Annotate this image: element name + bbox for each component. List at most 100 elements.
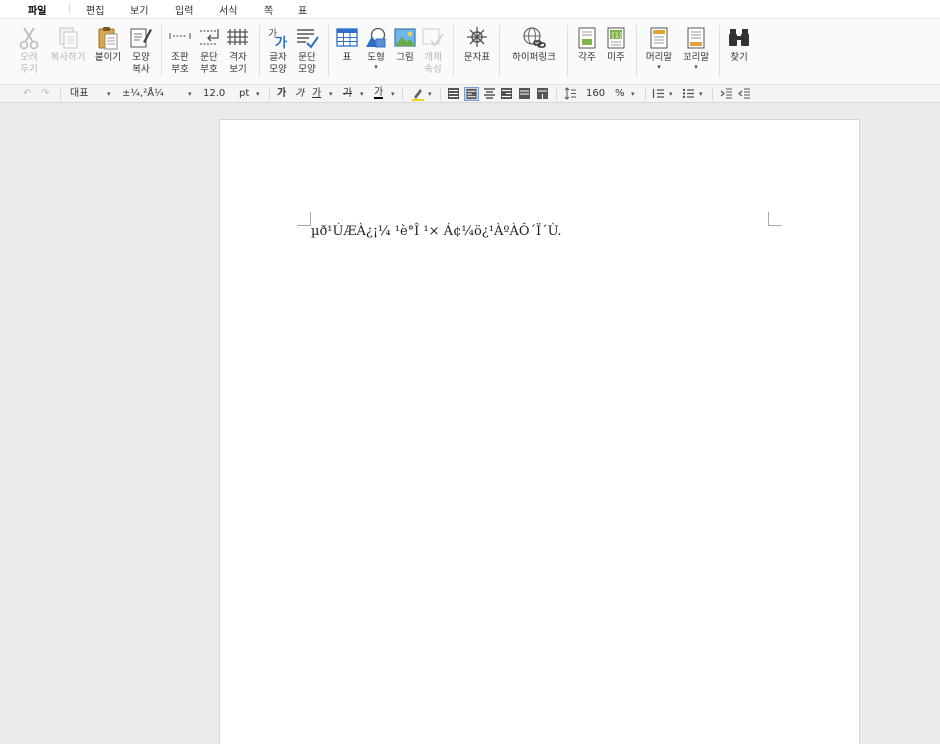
- symbol-icon: [467, 27, 487, 47]
- bullets-button[interactable]: [682, 87, 696, 101]
- shapes-icon: [366, 27, 386, 48]
- crop-mark-top-left: [297, 212, 311, 226]
- find-button[interactable]: 찾기: [726, 21, 752, 64]
- footnote-button[interactable]: 각주: [574, 21, 600, 64]
- align-left-button[interactable]: [464, 87, 479, 101]
- size-unit-select[interactable]: pt ▾: [239, 87, 263, 101]
- para-shape-label: 문단 모양: [298, 52, 316, 75]
- cut-label: 오려 두기: [20, 52, 38, 75]
- copy-label: 복사하기: [50, 52, 86, 63]
- decrease-indent-button[interactable]: [738, 87, 752, 101]
- layout-marks-button[interactable]: 조판 부호: [167, 21, 193, 76]
- split-distribute-button[interactable]: [536, 87, 550, 101]
- table-button[interactable]: 표: [334, 21, 360, 64]
- line-spacing-unit-value: %: [615, 88, 625, 99]
- underline-button[interactable]: 가: [312, 87, 321, 101]
- bullets-dropdown-icon[interactable]: ▾: [699, 87, 703, 101]
- picture-button[interactable]: 그림: [392, 21, 418, 64]
- underline-dropdown-icon[interactable]: ▾: [329, 87, 333, 101]
- document-page[interactable]: µð¹ÚÆÀ¿¡¼­ ¹è°Î ¹× Á¢¼ö¿¹ÀºÀÔ´Ï´Ù.: [219, 119, 860, 744]
- align-justify-icon: [448, 88, 459, 99]
- ribbon-separator: [161, 25, 162, 77]
- menu-table[interactable]: 표: [298, 2, 307, 17]
- object-props-icon: [422, 28, 444, 47]
- menu-insert[interactable]: 입력: [175, 2, 193, 17]
- menu-format[interactable]: 서식: [219, 2, 237, 17]
- italic-button[interactable]: 가: [295, 87, 304, 101]
- footer-dropdown-icon[interactable]: ▾: [694, 64, 698, 71]
- highlight-button[interactable]: [411, 87, 425, 101]
- menu-file[interactable]: 파일: [28, 2, 46, 17]
- line-spacing-button[interactable]: [564, 87, 578, 101]
- table-label: 표: [342, 52, 352, 63]
- distribute-button[interactable]: [518, 87, 532, 101]
- toolbar-separator: [556, 88, 557, 100]
- symbol-button[interactable]: 문자표: [460, 21, 494, 64]
- hyperlink-icon: [523, 27, 546, 48]
- object-props-button[interactable]: 개체 속성: [420, 21, 446, 76]
- format-copy-button[interactable]: 모양 복사: [128, 21, 154, 76]
- menu-page[interactable]: 쪽: [264, 2, 273, 17]
- footer-button[interactable]: 꼬리말 ▾: [679, 21, 713, 71]
- font-size-input[interactable]: 12.0: [203, 87, 225, 101]
- grid-view-label: 격자 보기: [229, 52, 247, 75]
- font-select[interactable]: ±¼,²Å¼ ▾: [122, 87, 194, 101]
- strikethrough-button[interactable]: 가: [343, 87, 352, 101]
- ribbon-separator: [567, 25, 568, 77]
- crop-mark-top-right: [768, 212, 782, 226]
- increase-indent-button[interactable]: [720, 87, 734, 101]
- hyperlink-button[interactable]: 하이퍼링크: [507, 21, 561, 64]
- hyperlink-label: 하이퍼링크: [512, 52, 556, 63]
- ribbon-separator: [636, 25, 637, 77]
- endnote-button[interactable]: [1] 미주: [603, 21, 629, 64]
- char-shape-label: 글자 모양: [269, 52, 287, 75]
- shape-button[interactable]: 도형 ▾: [363, 21, 389, 71]
- align-center-button[interactable]: [483, 87, 497, 101]
- redo-icon[interactable]: ↷: [41, 87, 49, 101]
- bulleted-list-icon: [682, 88, 694, 99]
- copy-button[interactable]: 복사하기: [48, 21, 88, 64]
- font-color-button[interactable]: 가: [374, 87, 384, 99]
- ribbon-separator: [328, 25, 329, 77]
- numbering-button[interactable]: [652, 87, 666, 101]
- chevron-down-icon: ▾: [256, 90, 260, 98]
- grid-view-button[interactable]: 격자 보기: [225, 21, 251, 76]
- ribbon-separator: [453, 25, 454, 77]
- toolbar-separator: [712, 88, 713, 100]
- align-right-button[interactable]: [500, 87, 514, 101]
- undo-icon[interactable]: ↶: [23, 87, 31, 101]
- align-justify-button[interactable]: [447, 87, 461, 101]
- para-shape-button[interactable]: 문단 모양: [294, 21, 320, 76]
- paragraph-marks-icon: [200, 29, 219, 45]
- ribbon-separator: [259, 25, 260, 77]
- char-shape-icon: 가 가: [268, 28, 287, 51]
- para-marks-button[interactable]: 문단 부호: [196, 21, 222, 76]
- cut-button[interactable]: 오려 두기: [17, 21, 41, 76]
- highlight-dropdown-icon[interactable]: ▾: [428, 87, 432, 101]
- header-dropdown-icon[interactable]: ▾: [657, 64, 661, 71]
- bold-button[interactable]: 가: [277, 87, 286, 101]
- paste-button[interactable]: 붙이기: [93, 21, 123, 64]
- binoculars-icon: [729, 29, 749, 46]
- shape-dropdown-icon[interactable]: ▾: [374, 64, 378, 71]
- font-color-dropdown-icon[interactable]: ▾: [391, 87, 395, 101]
- ribbon-toolbar: 오려 두기 복사하기 붙이기 모양 복사 조판 부호 문단 부호 격자 보기 가…: [0, 18, 940, 84]
- menu-view[interactable]: 보기: [130, 2, 148, 17]
- line-spacing-unit-select[interactable]: % ▾: [615, 87, 639, 101]
- style-select[interactable]: 대표 ▾: [70, 87, 116, 101]
- format-painter-icon: [130, 28, 152, 48]
- layout-marks-label: 조판 부호: [171, 52, 189, 75]
- numbering-dropdown-icon[interactable]: ▾: [669, 87, 673, 101]
- char-shape-button[interactable]: 가 가 글자 모양: [265, 21, 291, 76]
- font-value: ±¼,²Å¼: [122, 88, 164, 99]
- svg-text:가: 가: [275, 36, 287, 51]
- header-button[interactable]: 머리말 ▾: [642, 21, 676, 71]
- footnote-icon: [578, 27, 596, 49]
- decrease-indent-icon: [738, 88, 750, 99]
- chevron-down-icon: ▾: [107, 90, 111, 98]
- clipboard-icon: [98, 27, 118, 50]
- line-spacing-input[interactable]: 160: [586, 87, 605, 101]
- menu-edit[interactable]: 편집: [86, 2, 104, 17]
- document-text[interactable]: µð¹ÚÆÀ¿¡¼­ ¹è°Î ¹× Á¢¼ö¿¹ÀºÀÔ´Ï´Ù.: [311, 224, 562, 239]
- strikethrough-dropdown-icon[interactable]: ▾: [360, 87, 364, 101]
